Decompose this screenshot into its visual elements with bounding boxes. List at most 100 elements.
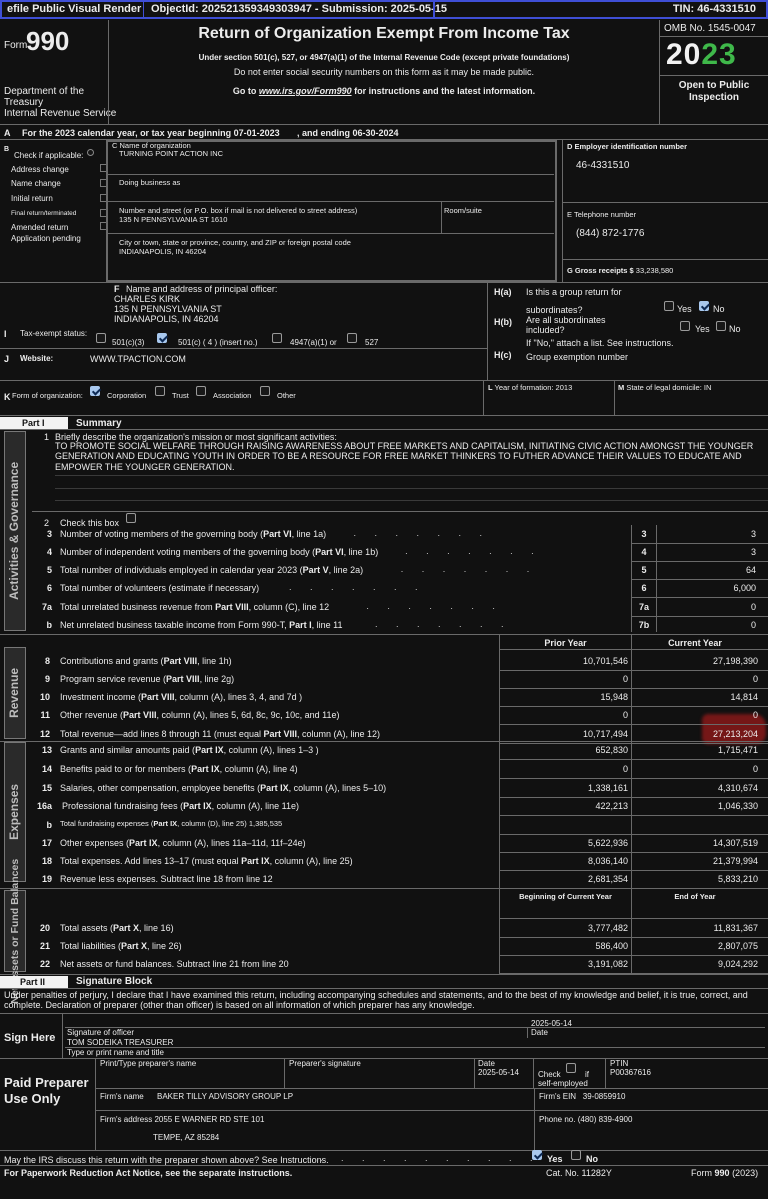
4947-label: 4947(a)(1) or [290,338,337,347]
expense-row-rule [499,815,768,816]
expense-prior-value[interactable]: 422,213 [500,801,628,811]
revenue-current-value[interactable]: 27,213,204 [632,729,758,739]
expense-prior-value[interactable]: 2,681,354 [500,874,628,884]
gov-line-value[interactable]: 6,000 [657,583,756,593]
revenue-prior-value[interactable]: 0 [500,674,628,684]
trust-checkbox[interactable] [155,386,165,396]
applicable-radio[interactable] [87,149,94,156]
gov-line-num: b [46,620,53,630]
expense-prior-value[interactable]: 1,338,161 [500,783,628,793]
revenue-current-value[interactable]: 0 [632,710,758,720]
expense-prior-value[interactable]: 8,036,140 [500,856,628,866]
net-boy-value[interactable]: 3,191,082 [500,959,628,969]
preparer-date-value[interactable]: 2025-05-14 [478,1068,519,1077]
revenue-current-value[interactable]: 14,814 [632,692,758,702]
expense-current-value[interactable]: 1,715,471 [632,745,758,755]
revenue-prior-value[interactable]: 0 [500,710,628,720]
gov-line-box: 7b [638,620,650,630]
tin: TIN: 46-4331510 [672,3,756,15]
dept-line-3: Internal Revenue Service [4,108,117,119]
discuss-yes-checkbox[interactable] [532,1150,542,1160]
irs-link[interactable]: www.irs.gov/Form990 [259,86,352,96]
net-eoy-value[interactable]: 2,807,075 [632,941,758,951]
eoy-header: End of Year [674,892,716,901]
revenue-prior-value[interactable]: 15,948 [500,692,628,702]
net-eoy-value[interactable]: 9,024,292 [632,959,758,969]
net-line-text: Total liabilities (Part X, line 26) [60,941,182,951]
527-checkbox[interactable] [347,333,357,343]
expense-current-value[interactable]: 14,307,519 [632,838,758,848]
hb-label: H(b) [494,317,512,327]
association-checkbox[interactable] [196,386,206,396]
ha-no-checkbox[interactable] [699,301,709,311]
name-change: Name change [11,179,61,188]
discuss-dots: . . . . . . . . . . . . [320,1153,562,1163]
officer-label: Name and address of principal officer: [126,284,278,294]
revenue-current-value[interactable]: 0 [632,674,758,684]
firm-name-label: Firm's name [100,1092,144,1101]
net-boy-value[interactable]: 3,777,482 [500,923,628,933]
expense-current-value[interactable]: 0 [632,764,758,774]
address-change: Address change [11,165,69,174]
4947-checkbox[interactable] [272,333,282,343]
city-value[interactable]: INDIANAPOLIS, IN 46204 [119,247,206,257]
expense-current-value[interactable]: 5,833,210 [632,874,758,884]
expense-prior-value[interactable]: 0 [500,764,628,774]
name-title-label: Type or print name and title [67,1048,164,1057]
block-b-title: Check if applicable: [14,151,84,160]
expense-current-value[interactable]: 1,046,330 [632,801,758,811]
ha-yes-checkbox[interactable] [664,301,674,311]
year-formation: L Year of formation: 2013 [488,383,573,392]
other-checkbox[interactable] [260,386,270,396]
self-employed-checkbox[interactable] [566,1063,576,1073]
revenue-current-value[interactable]: 27,198,390 [632,656,758,666]
officer-printed-name[interactable]: TOM SODEIKA TREASURER [67,1038,173,1047]
net-eoy-value[interactable]: 11,831,367 [632,923,758,933]
expense-current-value[interactable]: 4,310,674 [632,783,758,793]
discuss-no-checkbox[interactable] [571,1150,581,1160]
gov-line-text: Number of voting members of the governin… [60,529,327,539]
officer-city[interactable]: INDIANAPOLIS, IN 46204 [114,314,219,324]
leader-dots: . . . . . . . [353,528,491,538]
revenue-line-num: 9 [44,674,50,684]
dept-line-2: Treasury [4,97,44,108]
gov-row-rule [631,543,768,544]
org-name[interactable]: TURNING POINT ACTION INC [119,149,223,159]
expense-current-value[interactable]: 21,379,994 [632,856,758,866]
501c4-checkbox[interactable] [157,333,167,343]
gov-line-value[interactable]: 3 [657,547,756,557]
street-value[interactable]: 135 N PENNSYLVANIA ST 1610 [119,215,227,225]
phone-value[interactable]: (844) 872-1776 [576,228,644,240]
gov-line-value[interactable]: 0 [657,602,756,612]
line-a-letter: A [4,128,11,138]
revenue-row-rule [499,706,768,707]
revenue-prior-value[interactable]: 10,701,546 [500,656,628,666]
expense-line-num: 13 [41,745,52,755]
hb-yes-checkbox[interactable] [680,321,690,331]
expense-prior-value[interactable]: 5,622,936 [500,838,628,848]
officer-name[interactable]: CHARLES KIRK [114,294,180,304]
discuss-yes: Yes [547,1154,563,1164]
revenue-row-rule [499,670,768,671]
gov-line-num: 4 [46,547,52,557]
ptin-value[interactable]: P00367616 [610,1068,651,1077]
corporation-checkbox[interactable] [90,386,100,396]
gov-row-rule [631,579,768,580]
expense-prior-value[interactable]: 652,830 [500,745,628,755]
expense-line-num: 16a [36,801,52,811]
line2-checkbox[interactable] [126,513,136,523]
501c3-checkbox[interactable] [96,333,106,343]
hb-no-checkbox[interactable] [716,321,726,331]
gov-line-value[interactable]: 64 [657,565,756,575]
net-boy-value[interactable]: 586,400 [500,941,628,951]
revenue-prior-value[interactable]: 10,717,494 [500,729,628,739]
paid-preparer-title: Paid Preparer Use Only [4,1075,89,1107]
ein-value[interactable]: 46-4331510 [576,160,629,172]
officer-street[interactable]: 135 N PENNSYLVANIA ST [114,304,222,314]
revenue-line-text: Total revenue—add lines 8 through 11 (mu… [60,729,381,739]
website-value[interactable]: WWW.TPACTION.COM [90,354,186,364]
expense-row-rule [499,852,768,853]
gov-line-value[interactable]: 0 [657,620,756,630]
firm-name-value[interactable]: BAKER TILLY ADVISORY GROUP LP [157,1092,293,1101]
gov-line-value[interactable]: 3 [657,529,756,539]
